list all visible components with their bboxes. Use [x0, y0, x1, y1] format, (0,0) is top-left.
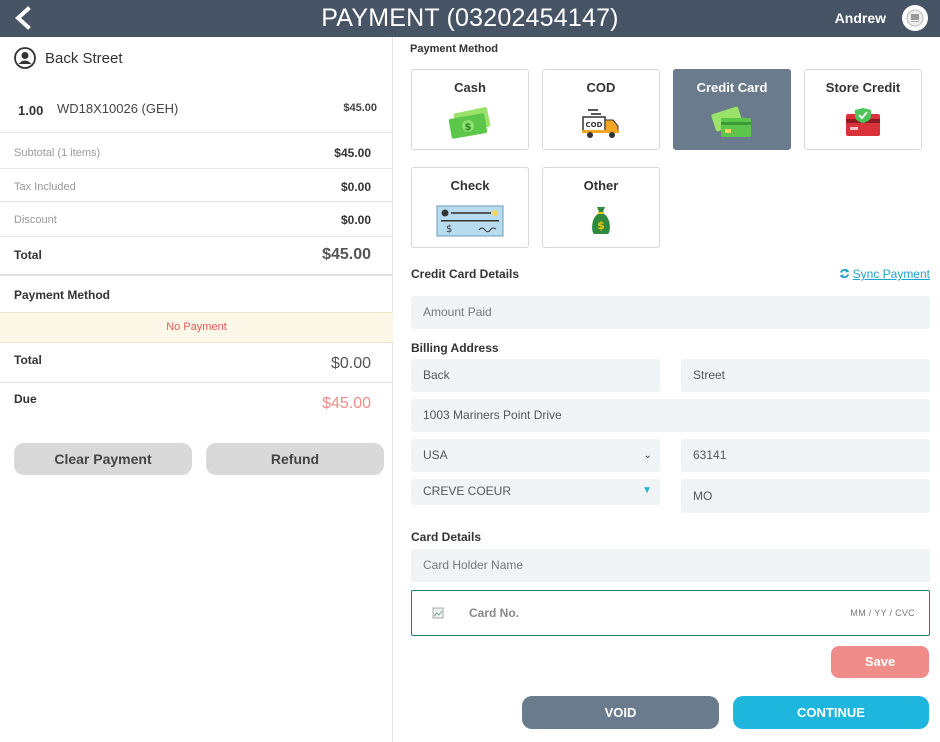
card-expiry-cvc-placeholder: MM / YY / CVC [850, 608, 915, 618]
city-value: CREVE COEUR [423, 484, 512, 498]
method-label: Cash [454, 80, 486, 95]
method-label: Other [583, 178, 619, 193]
sync-icon [839, 268, 849, 279]
credit-card-icon [711, 106, 751, 137]
customer[interactable]: Back Street [14, 47, 123, 69]
item-name: WD18X10026 (GEH) [57, 101, 179, 116]
due-row: Due $45.00 [0, 383, 393, 423]
method-credit-card[interactable]: Credit Card [673, 69, 791, 150]
credit-card-details-title: Credit Card Details [411, 267, 520, 281]
paid-total-row: Total $0.00 [0, 343, 393, 383]
card-holder-input[interactable]: Card Holder Name [411, 549, 930, 582]
zip-field[interactable]: 63141 [681, 439, 930, 472]
store-logo-icon [906, 9, 924, 27]
total-value: $45.00 [322, 246, 371, 263]
subtotal-value: $45.00 [334, 146, 371, 160]
method-check[interactable]: Check $ [411, 167, 529, 248]
method-cod[interactable]: COD COD [542, 69, 660, 150]
item-qty: 1.00 [18, 103, 44, 118]
money-bag-icon: $ [592, 207, 610, 234]
card-number-placeholder: Card No. [469, 606, 520, 620]
item-price: $45.00 [343, 102, 377, 114]
discount-row: Discount $0.00 [0, 202, 393, 237]
customer-name: Back Street [45, 49, 123, 67]
subtotal-row: Subtotal (1 items) $45.00 [0, 134, 393, 169]
paid-total-label: Total [14, 353, 42, 367]
method-cash[interactable]: Cash $ [411, 69, 529, 150]
method-store-credit[interactable]: Store Credit [804, 69, 922, 150]
tax-row: Tax Included $0.00 [0, 169, 393, 202]
billing-address-title: Billing Address [411, 341, 499, 355]
method-label: COD [586, 80, 616, 95]
state-value: MO [693, 489, 713, 503]
no-payment-notice: No Payment [0, 312, 393, 343]
last-name-field[interactable]: Street [681, 359, 930, 392]
user-name[interactable]: Andrew [835, 10, 886, 26]
address-field[interactable]: 1003 Mariners Point Drive [411, 399, 930, 432]
payment-method-title: Payment Method [410, 43, 499, 55]
line-item[interactable]: 1.00 WD18X10026 (GEH) $45.00 [0, 97, 393, 133]
country-value: USA [423, 448, 448, 462]
avatar[interactable] [902, 5, 928, 31]
tax-label: Tax Included [14, 181, 76, 193]
city-select[interactable]: CREVE COEUR ▼ [411, 479, 660, 505]
sync-payment-link[interactable]: Sync Payment [839, 267, 930, 281]
svg-text:$: $ [465, 122, 472, 133]
total-label: Total [14, 248, 42, 262]
order-summary-panel: Back Street 1.00 WD18X10026 (GEH) $45.00… [0, 37, 393, 742]
subtotal-label: Subtotal (1 items) [14, 147, 101, 159]
card-details-title: Card Details [411, 530, 482, 544]
delivery-truck-icon: COD [582, 109, 619, 138]
card-brand-icon [432, 607, 444, 619]
tax-value: $0.00 [340, 180, 371, 194]
method-label: Check [450, 178, 490, 193]
void-button[interactable]: VOID [522, 696, 719, 729]
amount-paid-input[interactable]: Amount Paid [411, 296, 930, 329]
method-label: Credit Card [696, 80, 768, 95]
save-button[interactable]: Save [831, 646, 929, 678]
discount-value: $0.00 [340, 213, 371, 227]
caret-down-icon: ▼ [642, 485, 652, 496]
payment-method-heading: Payment Method [14, 288, 111, 302]
user-circle-icon [14, 47, 36, 69]
first-name-field[interactable]: Back [411, 359, 660, 392]
discount-label: Discount [14, 214, 57, 226]
continue-button[interactable]: CONTINUE [733, 696, 929, 729]
top-bar: PAYMENT (03202454147) Andrew [0, 0, 940, 37]
clear-payment-button[interactable]: Clear Payment [14, 443, 192, 475]
total-row: Total $45.00 [0, 237, 393, 276]
chevron-down-icon: ⌄ [643, 450, 652, 461]
country-select[interactable]: USA ⌄ [411, 439, 660, 472]
check-icon: $ [436, 205, 504, 237]
svg-text:COD: COD [586, 121, 603, 129]
due-value: $45.00 [322, 395, 371, 412]
paid-total-value: $0.00 [330, 355, 371, 372]
method-label: Store Credit [825, 80, 901, 95]
sync-label: Sync Payment [852, 267, 930, 281]
cash-icon: $ [448, 107, 491, 139]
svg-text:$: $ [446, 224, 452, 235]
store-credit-icon [846, 108, 880, 136]
card-number-input[interactable]: Card No. MM / YY / CVC [411, 590, 930, 636]
due-label: Due [14, 392, 37, 406]
method-other[interactable]: Other $ [542, 167, 660, 248]
page-title: PAYMENT (03202454147) [321, 4, 619, 32]
refund-button[interactable]: Refund [206, 443, 384, 475]
svg-text:$: $ [597, 219, 605, 232]
payment-panel: Payment Method Cash $ COD COD Credit Car… [394, 37, 940, 742]
state-field[interactable]: MO [681, 479, 930, 513]
